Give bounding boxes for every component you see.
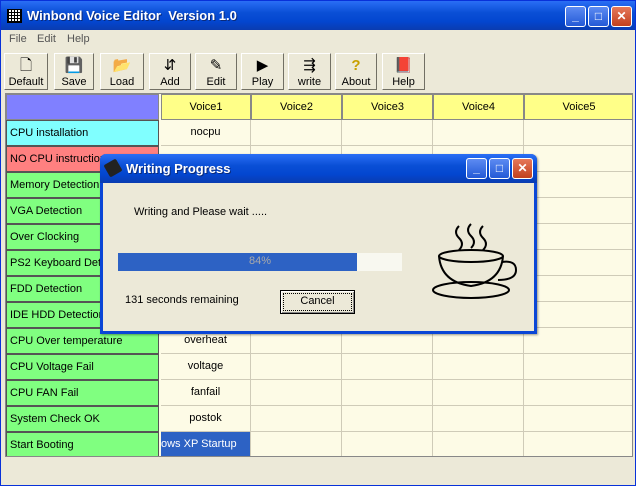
voice5-cell[interactable] <box>524 172 632 198</box>
menu-help[interactable]: Help <box>67 33 90 45</box>
new-document-icon: 🗋 <box>19 57 33 74</box>
add-icon: ⇵ <box>163 57 177 74</box>
voice5-cell[interactable] <box>524 120 632 146</box>
voice3-cell[interactable] <box>342 432 433 456</box>
menu-bar: File Edit Help <box>1 30 635 49</box>
voice5-cell[interactable] <box>524 276 632 302</box>
voice2-cell[interactable] <box>251 406 342 432</box>
dialog-minimize-button[interactable]: _ <box>466 158 487 179</box>
voice3-cell[interactable] <box>342 120 433 146</box>
table-row: CPU FAN Fail fanfail <box>6 380 632 406</box>
table-row: CPU installation nocpu <box>6 120 632 146</box>
voice5-cell[interactable] <box>524 146 632 172</box>
coffee-cup-icon <box>432 223 518 299</box>
minimize-button[interactable]: _ <box>565 6 586 27</box>
save-button[interactable]: 💾 Save <box>54 53 94 90</box>
voice4-cell[interactable] <box>433 380 524 406</box>
voice4-cell[interactable] <box>433 354 524 380</box>
voice5-cell[interactable] <box>524 328 632 354</box>
dialog-close-button[interactable]: ✕ <box>512 158 533 179</box>
cancel-button[interactable]: Cancel <box>280 290 355 314</box>
dialog-maximize-button[interactable]: □ <box>489 158 510 179</box>
grid-corner-cell <box>6 94 159 120</box>
play-button[interactable]: ▶ Play <box>241 53 284 90</box>
voice3-cell[interactable] <box>342 354 433 380</box>
voice4-cell[interactable] <box>433 432 524 456</box>
voice5-cell[interactable] <box>524 354 632 380</box>
voice5-cell[interactable] <box>524 224 632 250</box>
progress-bar: 84% <box>118 253 402 271</box>
question-icon: ? <box>351 57 361 74</box>
title-bar[interactable]: Winbond Voice Editor Version 1.0 _ □ ✕ <box>1 1 635 30</box>
voice1-cell[interactable]: fanfail <box>161 380 251 406</box>
edit-pen-icon: ✎ <box>209 57 223 74</box>
write-button[interactable]: ⇶ write <box>288 53 331 90</box>
table-row: CPU Voltage Fail voltage <box>6 354 632 380</box>
writing-progress-dialog: Writing Progress _ □ ✕ Writing and Pleas… <box>100 154 537 334</box>
voice4-cell[interactable] <box>433 120 524 146</box>
menu-edit[interactable]: Edit <box>37 33 56 45</box>
voice5-cell[interactable] <box>524 250 632 276</box>
row-header-cell[interactable]: System Check OK <box>6 406 159 432</box>
help-book-icon: 📕 <box>394 57 413 74</box>
voice2-cell[interactable] <box>251 380 342 406</box>
row-header-cell[interactable]: CPU installation <box>6 120 159 146</box>
add-button[interactable]: ⇵ Add <box>149 53 191 90</box>
grid-header-row: Voice1 Voice2 Voice3 Voice4 Voice5 <box>6 94 632 120</box>
toolbar: 🗋 Default 💾 Save 📂 Load ⇵ Add ✎ Edit ▶ P… <box>1 51 635 93</box>
voice2-cell[interactable] <box>251 432 342 456</box>
column-header-voice1[interactable]: Voice1 <box>161 94 251 120</box>
table-row: Start Booting ows XP Startup <box>6 432 632 456</box>
voice2-cell[interactable] <box>251 354 342 380</box>
help-button[interactable]: 📕 Help <box>382 53 425 90</box>
voice1-cell[interactable]: ows XP Startup <box>161 432 251 456</box>
voice1-cell[interactable]: postok <box>161 406 251 432</box>
row-header-cell[interactable]: CPU FAN Fail <box>6 380 159 406</box>
open-folder-icon: 📂 <box>112 57 132 74</box>
default-button[interactable]: 🗋 Default <box>4 53 48 90</box>
status-bar <box>1 459 635 485</box>
edit-button[interactable]: ✎ Edit <box>195 53 237 90</box>
row-header-cell[interactable]: Start Booting <box>6 432 159 456</box>
column-header-voice3[interactable]: Voice3 <box>342 94 433 120</box>
voice1-cell[interactable]: nocpu <box>161 120 251 146</box>
row-header-cell[interactable]: CPU Voltage Fail <box>6 354 159 380</box>
column-header-voice2[interactable]: Voice2 <box>251 94 342 120</box>
column-header-voice4[interactable]: Voice4 <box>433 94 524 120</box>
dialog-title: Writing Progress <box>126 161 231 176</box>
menu-file[interactable]: File <box>9 33 27 45</box>
time-remaining: 131 seconds remaining <box>125 294 239 306</box>
play-icon: ▶ <box>256 57 269 74</box>
grid-icon <box>7 9 22 23</box>
voice3-cell[interactable] <box>342 406 433 432</box>
floppy-disk-icon: 💾 <box>64 57 84 74</box>
write-icon: ⇶ <box>303 57 316 74</box>
voice4-cell[interactable] <box>433 406 524 432</box>
chip-icon <box>103 158 123 178</box>
maximize-button[interactable]: □ <box>588 6 609 27</box>
voice2-cell[interactable] <box>251 120 342 146</box>
window-title: Winbond Voice Editor Version 1.0 <box>27 8 237 23</box>
voice5-cell[interactable] <box>524 432 632 456</box>
table-row: System Check OK postok <box>6 406 632 432</box>
voice5-cell[interactable] <box>524 302 632 328</box>
load-button[interactable]: 📂 Load <box>100 53 144 90</box>
voice5-cell[interactable] <box>524 406 632 432</box>
column-header-voice5[interactable]: Voice5 <box>524 94 632 120</box>
voice1-cell[interactable]: voltage <box>161 354 251 380</box>
close-button[interactable]: ✕ <box>611 6 632 27</box>
voice5-cell[interactable] <box>524 380 632 406</box>
dialog-title-bar[interactable]: Writing Progress _ □ ✕ <box>100 154 537 183</box>
voice3-cell[interactable] <box>342 380 433 406</box>
progress-percent: 84% <box>248 255 272 267</box>
about-button[interactable]: ? About <box>335 53 377 90</box>
dialog-message: Writing and Please wait ..... <box>134 206 268 218</box>
voice5-cell[interactable] <box>524 198 632 224</box>
